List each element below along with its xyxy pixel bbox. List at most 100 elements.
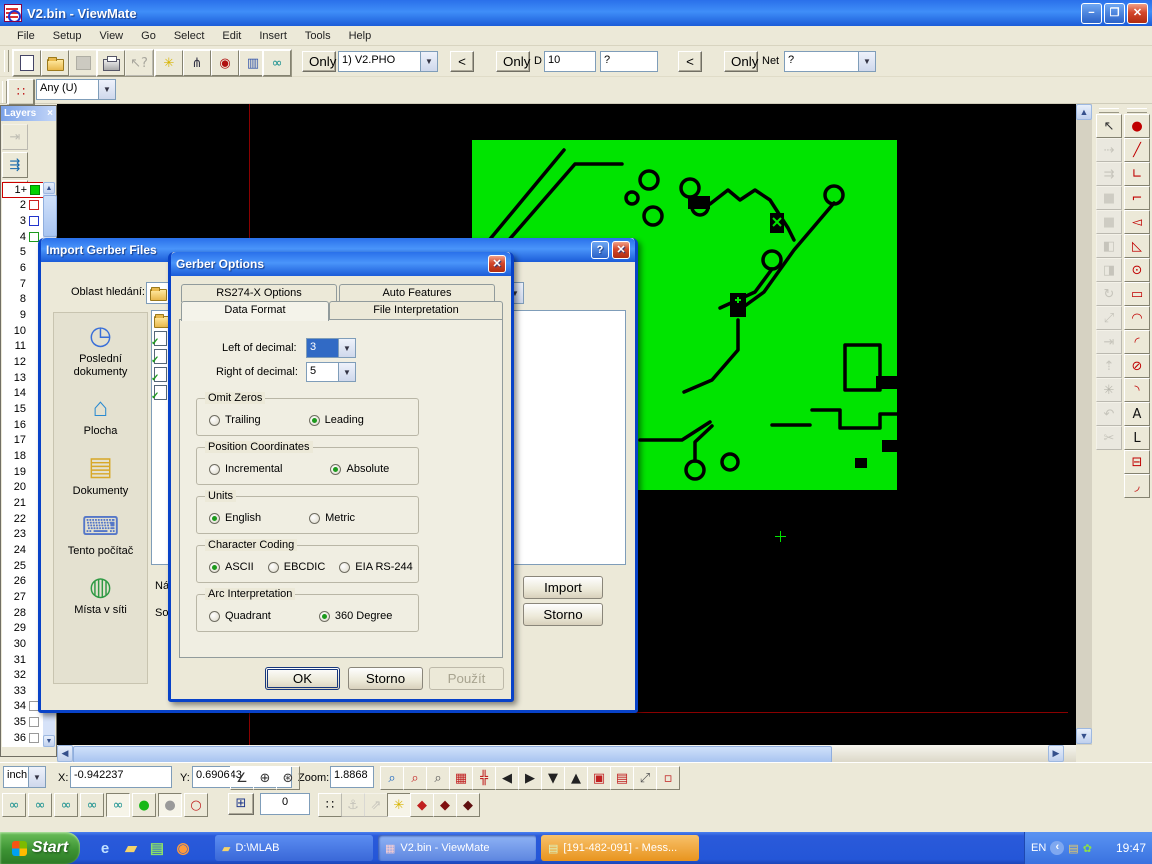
menu-view[interactable]: View: [90, 28, 132, 44]
view-outlines-icon[interactable]: ∞: [80, 793, 104, 817]
draw-circle-tool[interactable]: ⊙: [1124, 258, 1150, 282]
cancel-button[interactable]: Storno: [523, 603, 603, 626]
tab-rs274-x-options[interactable]: RS274-X Options: [181, 284, 337, 302]
aperture-filter-combo[interactable]: Any (U)▼: [36, 79, 116, 100]
view-polygons-icon[interactable]: ∞: [54, 793, 78, 817]
lamp-outline-icon[interactable]: ○: [184, 793, 208, 817]
radio-trailing[interactable]: Trailing: [209, 414, 261, 426]
task-explorer-mlab[interactable]: ▰D:\MLAB: [215, 835, 373, 861]
only-dcode-button[interactable]: Only: [496, 51, 530, 72]
radio-icon[interactable]: [309, 513, 320, 524]
draw-line-tool[interactable]: ╱: [1124, 138, 1150, 162]
icq-flower-tray-icon[interactable]: ✿: [1083, 842, 1092, 855]
scroll-up-button[interactable]: ▲: [43, 182, 55, 194]
place-my-computer[interactable]: ⌨Tento počítač: [56, 511, 146, 558]
ok-button[interactable]: OK: [265, 667, 340, 690]
radio-ebcdic[interactable]: EBCDIC: [268, 561, 326, 573]
layer-row-1+[interactable]: 1+: [2, 182, 44, 198]
marquee-select-icon[interactable]: ▫: [656, 766, 680, 790]
palette-gripper[interactable]: [1099, 108, 1119, 113]
only-net-button[interactable]: Only: [724, 51, 758, 72]
dcode-input[interactable]: 10: [544, 51, 596, 72]
chevron-down-icon[interactable]: ▼: [420, 52, 437, 71]
place-network-places[interactable]: ◍Místa v síti: [56, 570, 146, 617]
draw-triangle-tool[interactable]: ◺: [1124, 234, 1150, 258]
layer-row-36[interactable]: 36: [2, 730, 44, 746]
draw-label-tool[interactable]: L: [1124, 426, 1150, 450]
lamp-on-icon[interactable]: ●: [132, 793, 156, 817]
menu-insert[interactable]: Insert: [250, 28, 296, 44]
radio-icon[interactable]: [209, 415, 220, 426]
notes-tray-icon[interactable]: ▤: [1068, 842, 1078, 855]
toolbar-gripper[interactable]: [4, 50, 9, 72]
draw-oblong-tool[interactable]: ⊘: [1124, 354, 1150, 378]
resize-selection-icon[interactable]: ⤢: [633, 766, 657, 790]
vertical-scrollbar[interactable]: ▲ ▼: [1076, 104, 1092, 745]
checked-file-icon[interactable]: ✓: [154, 385, 167, 400]
place-documents[interactable]: ▤Dokumenty: [56, 451, 146, 498]
layer-row-35[interactable]: 35: [2, 714, 44, 730]
layer-combo[interactable]: 1) V2.PHO▼: [338, 51, 438, 72]
firefox-quicklaunch-icon[interactable]: ◉: [173, 838, 193, 858]
copy-grid-icon[interactable]: ▣: [587, 766, 611, 790]
view-traces-icon[interactable]: ∞: [28, 793, 52, 817]
radio-english[interactable]: English: [209, 512, 261, 524]
print-icon[interactable]: [97, 50, 125, 76]
chevron-down-icon[interactable]: ▼: [858, 52, 875, 71]
book-quicklaunch-icon[interactable]: ▤: [147, 838, 167, 858]
open-folder-icon[interactable]: [41, 50, 69, 76]
pan-left-icon[interactable]: ◀: [495, 766, 519, 790]
draw-arc-tool[interactable]: ◜: [1124, 330, 1150, 354]
snap-grid-icon[interactable]: ∷: [318, 793, 342, 817]
aperture-grid-icon[interactable]: ∷: [8, 79, 34, 105]
radio-eia-rs-244[interactable]: EIA RS-244: [339, 561, 412, 573]
draw-text-tool[interactable]: A: [1124, 402, 1150, 426]
grid-lines-icon[interactable]: ╬: [472, 766, 496, 790]
checked-file-icon[interactable]: ✓: [154, 367, 167, 382]
radio-icon[interactable]: [209, 611, 220, 622]
radio-metric[interactable]: Metric: [309, 512, 355, 524]
angle-readout-icon[interactable]: ∠: [230, 766, 254, 790]
menu-help[interactable]: Help: [340, 28, 381, 44]
draw-curve-tool[interactable]: ◠: [1124, 306, 1150, 330]
language-indicator[interactable]: EN: [1031, 842, 1046, 854]
flash-mode-icon[interactable]: ✳: [387, 793, 411, 817]
view-pads-icon[interactable]: ∞: [2, 793, 26, 817]
radio-icon[interactable]: [209, 464, 220, 475]
radio-icon[interactable]: [309, 415, 320, 426]
center-target-icon[interactable]: ⊕: [253, 766, 277, 790]
left-of-decimal-combo[interactable]: 3▼: [306, 338, 356, 358]
lamp-dim-icon[interactable]: ●: [158, 793, 182, 817]
radio-icon[interactable]: [209, 513, 220, 524]
menu-go[interactable]: Go: [132, 28, 165, 44]
radio-absolute[interactable]: Absolute: [330, 463, 389, 475]
radio-360-degree[interactable]: 360 Degree: [319, 610, 393, 622]
zoom-grid-icon[interactable]: ⌕: [403, 766, 427, 790]
units-combo[interactable]: inch▼: [3, 766, 46, 788]
scroll-down-button[interactable]: ▼: [43, 735, 55, 747]
palette-gripper[interactable]: [1127, 108, 1147, 113]
task-viewmate[interactable]: ▦V2.bin - ViewMate: [378, 835, 536, 861]
only-layer-button[interactable]: Only: [302, 51, 336, 72]
close-icon[interactable]: ×: [47, 108, 53, 119]
menu-setup[interactable]: Setup: [44, 28, 91, 44]
pan-right-icon[interactable]: ▶: [518, 766, 542, 790]
layer-color-swatch[interactable]: [29, 733, 39, 743]
zoom-in-icon[interactable]: ⌕: [380, 766, 404, 790]
radio-incremental[interactable]: Incremental: [209, 463, 282, 475]
right-of-decimal-combo[interactable]: 5▼: [306, 362, 356, 382]
dcode-back-button[interactable]: <: [678, 51, 702, 72]
chevron-down-icon[interactable]: ▼: [338, 339, 355, 357]
menu-edit[interactable]: Edit: [213, 28, 250, 44]
draw-fan-tool[interactable]: ◅: [1124, 210, 1150, 234]
radio-ascii[interactable]: ASCII: [209, 561, 254, 573]
menu-tools[interactable]: Tools: [296, 28, 340, 44]
layer-color-swatch[interactable]: [29, 200, 39, 210]
scrollbar-thumb[interactable]: [73, 746, 832, 763]
hide-tray-chevron-icon[interactable]: ‹: [1050, 841, 1064, 855]
close-icon[interactable]: ✕: [612, 241, 630, 259]
clock[interactable]: 19:47: [1116, 841, 1146, 855]
close-button[interactable]: ✕: [1127, 3, 1148, 24]
radio-leading[interactable]: Leading: [309, 414, 364, 426]
copy-grid-offset-icon[interactable]: ▤: [610, 766, 634, 790]
